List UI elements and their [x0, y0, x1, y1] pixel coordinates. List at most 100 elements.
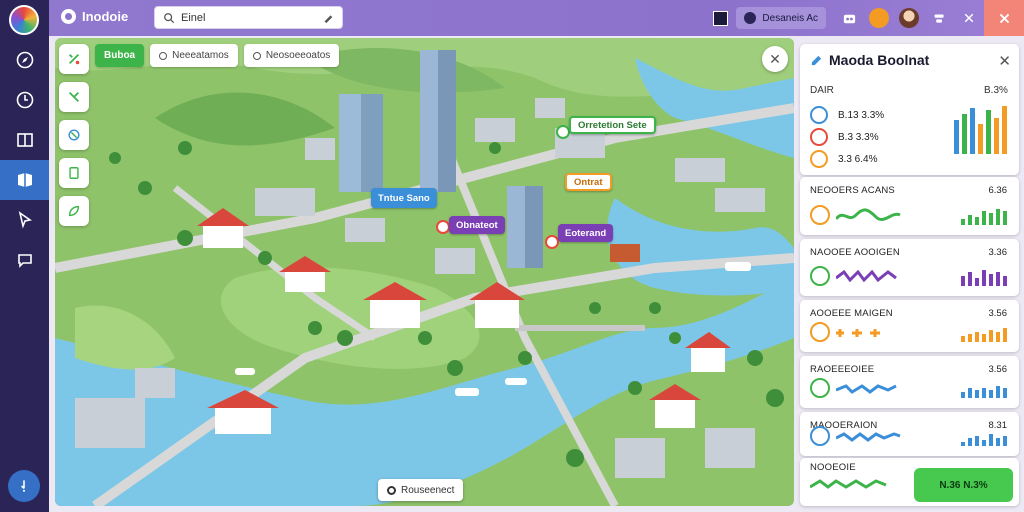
help-icon — [21, 480, 26, 492]
bar — [968, 438, 972, 446]
metric-1-value: 3.36 — [988, 247, 1008, 258]
search-value: Einel — [181, 11, 206, 24]
map-close-button[interactable]: ✕ — [762, 46, 788, 72]
metric-card-2: AOOEEE MAIGEN 3.56 — [800, 300, 1019, 352]
pin-label-0-text: Orretetion Sete — [578, 119, 647, 131]
bar — [982, 440, 986, 446]
metric-0-bars — [961, 207, 1007, 225]
bar — [1003, 388, 1007, 398]
chip-2-icon — [252, 51, 261, 60]
map-close-icon: ✕ — [769, 50, 781, 67]
bar — [961, 276, 965, 286]
book-icon — [16, 133, 33, 147]
metric-4-icon — [810, 426, 830, 446]
close-panel-button[interactable] — [954, 0, 984, 36]
flag-icon[interactable] — [713, 10, 729, 26]
pin-label-1[interactable]: Ontrat — [565, 173, 612, 191]
rail-clock-button[interactable] — [0, 80, 49, 120]
rail-compass-button[interactable] — [0, 40, 49, 80]
bar — [1003, 436, 1007, 446]
rail-chat-button[interactable] — [0, 240, 49, 280]
bar — [1003, 211, 1007, 225]
panel-close-button[interactable]: ✕ — [998, 52, 1011, 70]
rail-map-button[interactable] — [0, 120, 49, 160]
metric-2-title: AOOEEE MAIGEN — [810, 308, 893, 319]
user-chip[interactable]: Desaneis Ac — [736, 7, 826, 29]
map-tool-globe[interactable] — [59, 120, 89, 150]
bar — [982, 334, 986, 342]
metric-3-bars — [961, 380, 1007, 398]
bar — [968, 215, 972, 225]
bar — [989, 390, 993, 398]
path-icon — [69, 92, 79, 102]
search-icon — [164, 12, 175, 23]
bar — [975, 332, 979, 342]
metric-1-bars — [961, 268, 1007, 286]
bar — [975, 278, 979, 286]
map-tool-route[interactable] — [59, 44, 89, 74]
panel-row-0: B.13 3.3% — [810, 106, 884, 124]
ring-icon — [810, 150, 828, 168]
pin-label-1-text: Ontrat — [574, 176, 603, 188]
left-rail — [0, 0, 49, 512]
map-footer-button[interactable]: Rouseenect — [378, 479, 464, 501]
edit-icon[interactable] — [322, 12, 334, 24]
clock-icon — [16, 91, 33, 109]
metric-4-sparkline — [836, 432, 901, 442]
pin-label-2[interactable]: Tntue Sano — [371, 188, 437, 208]
map-tool-document[interactable] — [59, 158, 89, 188]
chip-0-label: Buboa — [104, 50, 136, 61]
metric-0-sparkline — [836, 208, 901, 221]
metric-2-sparkline — [836, 329, 880, 337]
rail-pointer-button[interactable] — [0, 200, 49, 240]
close-icon — [964, 13, 974, 23]
bar — [994, 118, 999, 154]
top-bar: Inodoie Einel Desaneis Ac — [49, 0, 1024, 36]
map-tool-path[interactable] — [59, 82, 89, 112]
menu-button[interactable] — [924, 0, 954, 36]
metric-5-sparkline — [810, 479, 887, 489]
stats-panel: Maoda Boolnat ✕ DAIR B.3% B.13 3.3% B.3 … — [800, 38, 1019, 506]
chip-1-label: Neeeatamos — [172, 50, 229, 61]
map-footer-label: Rouseenect — [401, 484, 455, 496]
app-logo-icon[interactable] — [9, 5, 39, 35]
notifications-button[interactable] — [864, 0, 894, 36]
rail-layers-button[interactable] — [0, 160, 49, 200]
chip-1[interactable]: Neeeatamos — [150, 44, 238, 67]
city-map-illustration — [55, 38, 794, 506]
footer-target-icon — [387, 485, 396, 495]
panel-header-card: Maoda Boolnat ✕ DAIR B.3% B.13 3.3% B.3 … — [800, 44, 1019, 175]
pin-label-3[interactable]: Obnateot — [449, 216, 505, 234]
bar — [1003, 328, 1007, 342]
bar — [996, 386, 1000, 398]
metric-card-5: NOOEOIE N.36 N.3% — [800, 458, 1019, 506]
route-icon — [69, 54, 80, 65]
layers-icon — [17, 173, 32, 187]
panel-row-1: B.3 3.3% — [810, 128, 879, 146]
gamepad-button[interactable] — [834, 0, 864, 36]
ring-icon — [810, 106, 828, 124]
rail-help-button[interactable] — [8, 470, 40, 502]
metric-0-icon — [810, 205, 830, 225]
panel-title-text: Maoda Boolnat — [829, 52, 930, 68]
map-tool-leaf[interactable] — [59, 196, 89, 226]
ring-icon — [810, 128, 828, 146]
bar — [975, 436, 979, 446]
pin-label-4[interactable]: Eoterand — [558, 224, 614, 242]
chip-0[interactable]: Buboa — [95, 44, 145, 67]
brand[interactable]: Inodoie — [61, 9, 128, 24]
metric-0-value: 6.36 — [988, 185, 1008, 196]
chip-2[interactable]: Neosoeeoatos — [243, 44, 340, 67]
panel-action-button[interactable]: N.36 N.3% — [914, 468, 1013, 502]
metric-1-sparkline — [836, 269, 897, 283]
metric-1-icon — [810, 266, 830, 286]
window-close-button[interactable] — [984, 0, 1024, 36]
map-view[interactable]: Buboa Neeeatamos Neosoeeoatos ✕ Orreteti… — [55, 38, 794, 506]
metric-card-0: NEOOERS ACANS 6.36 — [800, 177, 1019, 235]
pin-label-0[interactable]: Orretetion Sete — [569, 116, 656, 134]
bar — [961, 219, 965, 225]
panel-bar-chart — [954, 104, 1007, 154]
gamepad-icon — [843, 14, 855, 23]
profile-button[interactable] — [894, 0, 924, 36]
search-input[interactable]: Einel — [154, 6, 343, 29]
